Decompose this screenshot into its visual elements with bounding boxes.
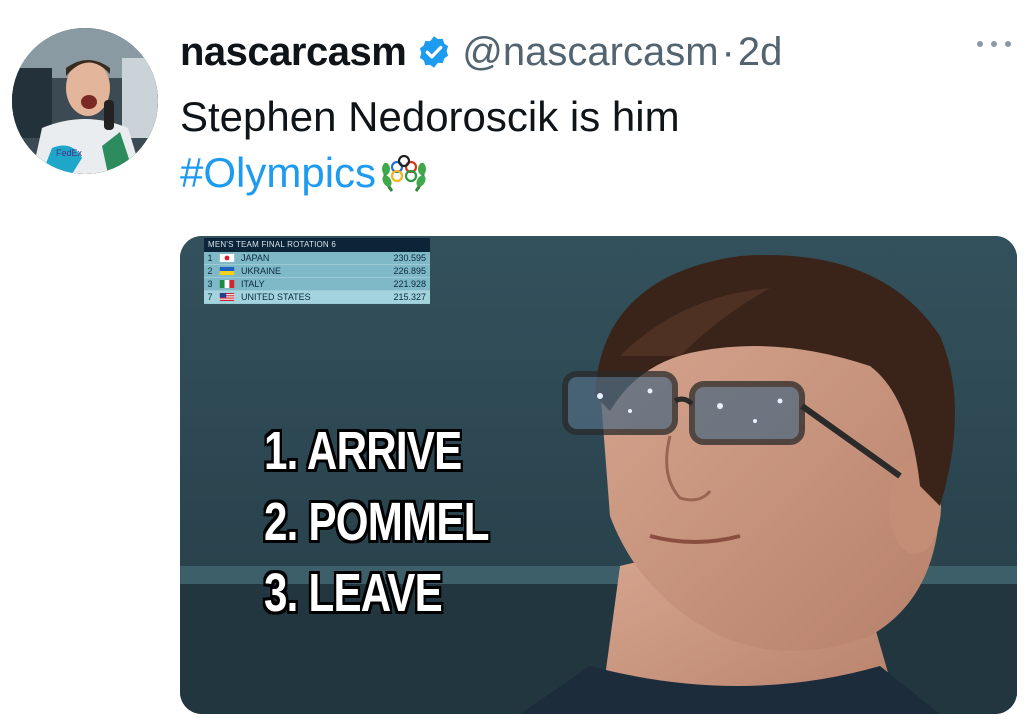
- scoreboard-position: 2: [207, 266, 213, 276]
- scoreboard-row: 3 ITALY 221.928: [204, 278, 430, 291]
- usa-flag-icon: [219, 293, 235, 301]
- scoreboard-country: UKRAINE: [241, 266, 282, 276]
- italy-flag-icon: [219, 280, 235, 288]
- avatar-image: FedEx: [12, 28, 158, 174]
- scoreboard-score: 226.895: [393, 266, 426, 276]
- svg-text:FedEx: FedEx: [56, 148, 83, 158]
- meme-step: 1. ARRIVE: [264, 421, 462, 481]
- scoreboard-row: 7 UNITED STATES 215.327: [204, 291, 430, 304]
- display-name[interactable]: nascarcasm: [180, 30, 407, 75]
- separator-dot: ·: [721, 29, 735, 74]
- handle[interactable]: @nascarcasm: [462, 30, 718, 75]
- scoreboard-title: MEN'S TEAM FINAL ROTATION 6: [204, 238, 430, 252]
- scoreboard-position: 1: [207, 253, 213, 263]
- scoreboard-country: ITALY: [241, 279, 265, 289]
- scoreboard-score: 230.595: [393, 253, 426, 263]
- scoreboard-score: 221.928: [393, 279, 426, 289]
- tweet-header: nascarcasm @nascarcasm · 2d: [180, 22, 980, 82]
- scoreboard-row: 1 JAPAN 230.595: [204, 252, 430, 265]
- timestamp[interactable]: 2d: [738, 30, 783, 75]
- scoreboard: MEN'S TEAM FINAL ROTATION 6 1 JAPAN 230.…: [204, 238, 430, 304]
- scoreboard-country: UNITED STATES: [241, 292, 311, 302]
- hashtag-line: #Olympics: [180, 146, 430, 200]
- hashtag-link[interactable]: #Olympics: [180, 146, 376, 200]
- avatar[interactable]: FedEx: [12, 28, 158, 174]
- meme-caption: 1. ARRIVE 2. POMMEL 3. LEAVE: [264, 416, 552, 629]
- tweet-media[interactable]: MEN'S TEAM FINAL ROTATION 6 1 JAPAN 230.…: [180, 236, 1017, 714]
- olympic-rings-laurel-icon: [382, 154, 427, 192]
- meme-step: 3. LEAVE: [264, 563, 443, 623]
- scoreboard-score: 215.327: [393, 292, 426, 302]
- verified-badge-icon: [420, 36, 449, 68]
- tweet-text: Stephen Nedoroscik is him: [180, 93, 680, 140]
- scoreboard-position: 3: [207, 279, 213, 289]
- scoreboard-position: 7: [207, 292, 213, 302]
- more-icon[interactable]: [972, 34, 1016, 54]
- japan-flag-icon: [219, 254, 235, 262]
- ukraine-flag-icon: [219, 267, 235, 275]
- scoreboard-row: 2 UKRAINE 226.895: [204, 265, 430, 278]
- meme-step: 2. POMMEL: [264, 492, 489, 552]
- scoreboard-country: JAPAN: [241, 253, 270, 263]
